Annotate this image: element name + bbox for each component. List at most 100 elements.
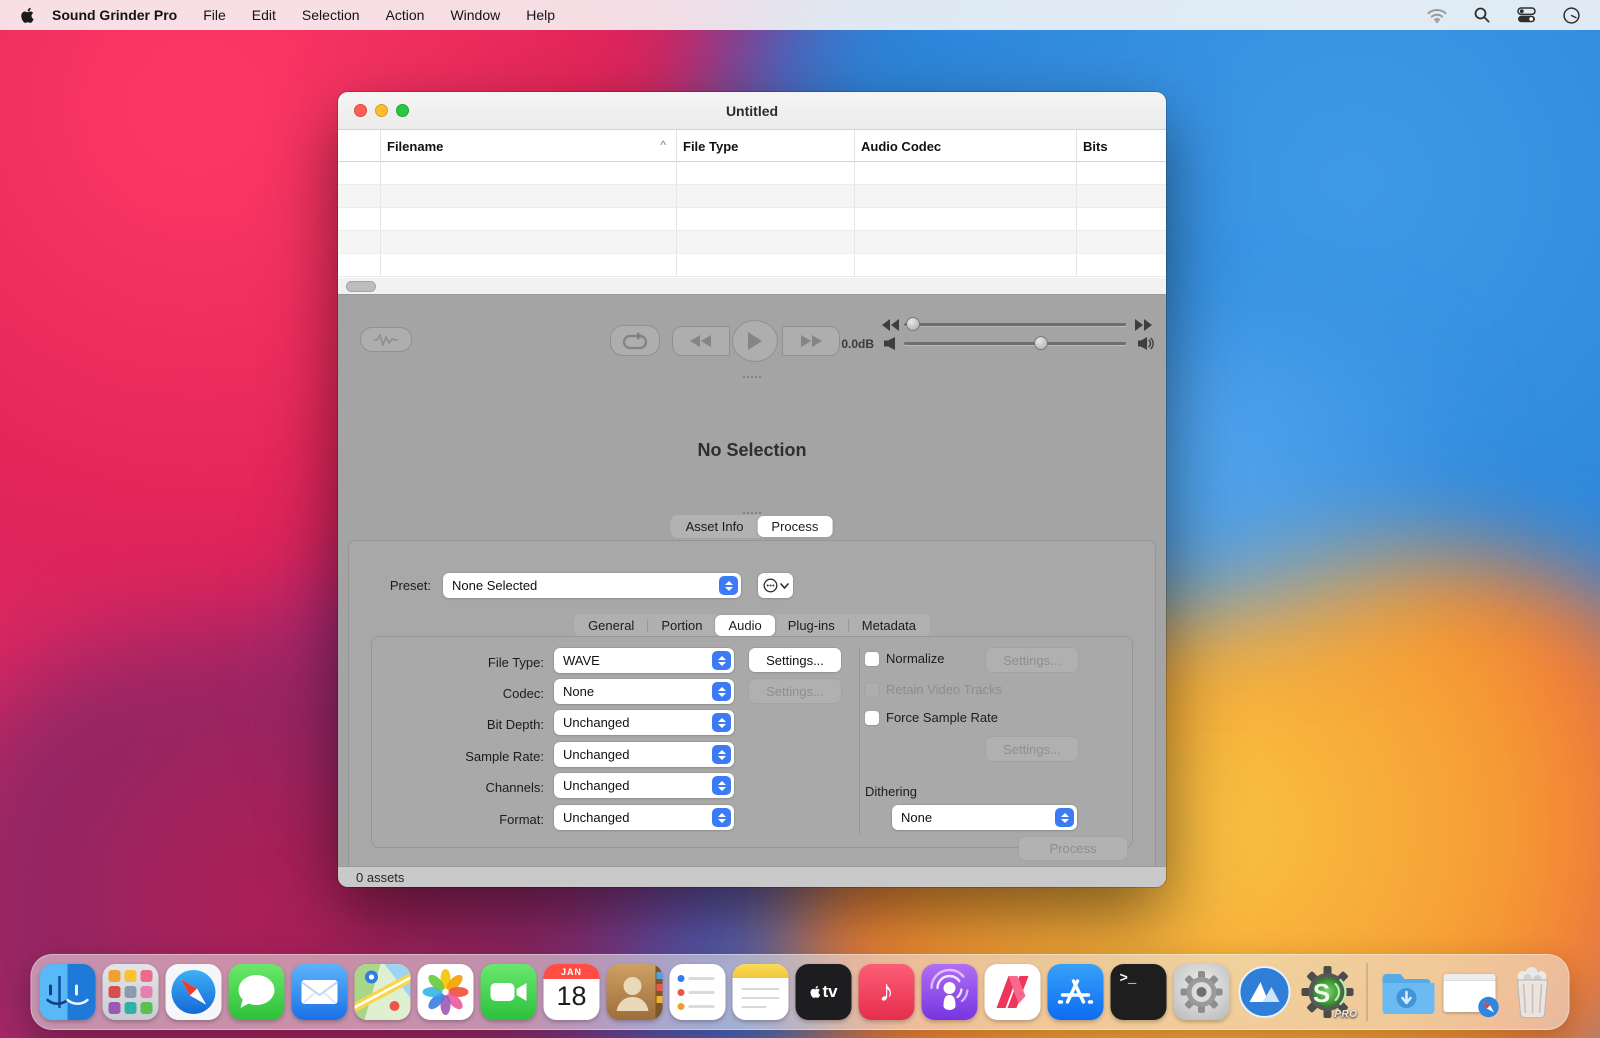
- tv-label: tv: [822, 982, 837, 1002]
- column-header-blank[interactable]: [338, 130, 380, 162]
- dock-calendar-icon[interactable]: JAN 18: [544, 964, 600, 1020]
- volume-slider[interactable]: [904, 342, 1126, 345]
- sort-indicator-icon: ^: [660, 138, 666, 152]
- table-row: [338, 254, 1166, 277]
- play-button[interactable]: [732, 320, 778, 362]
- terminal-prompt-glyph: >_: [1120, 971, 1137, 987]
- samplerate-dropdown[interactable]: Unchanged: [554, 742, 734, 767]
- menubar-app-name[interactable]: Sound Grinder Pro: [52, 7, 177, 23]
- dock-terminal-icon[interactable]: >_: [1111, 964, 1167, 1020]
- filetype-dropdown[interactable]: WAVE: [554, 648, 734, 673]
- dock-sound-grinder-pro-icon[interactable]: S PRO: [1300, 964, 1356, 1020]
- dock-podcasts-icon[interactable]: [922, 964, 978, 1020]
- samplerate-settings-button[interactable]: Settings...: [986, 737, 1078, 761]
- column-header-filename[interactable]: Filename ^: [380, 130, 676, 162]
- tab-process[interactable]: Process: [757, 516, 832, 537]
- dock-facetime-icon[interactable]: [481, 964, 537, 1020]
- seek-forward-icon[interactable]: [1135, 318, 1152, 336]
- spotlight-search-icon[interactable]: [1474, 7, 1490, 23]
- tab-plugins[interactable]: Plug-ins: [775, 615, 848, 636]
- dock-maps-icon[interactable]: [355, 964, 411, 1020]
- preset-dropdown[interactable]: None Selected: [443, 573, 741, 598]
- loop-button[interactable]: [610, 325, 660, 356]
- dock-finder-icon[interactable]: [40, 964, 96, 1020]
- menu-action[interactable]: Action: [386, 7, 425, 23]
- tab-portion[interactable]: Portion: [648, 615, 715, 636]
- seek-slider[interactable]: [904, 323, 1126, 326]
- dock-messages-icon[interactable]: [229, 964, 285, 1020]
- channels-dropdown[interactable]: Unchanged: [554, 773, 734, 798]
- normalize-checkbox[interactable]: [865, 652, 879, 666]
- rewind-button[interactable]: [672, 326, 730, 356]
- dock-downloads-folder-icon[interactable]: [1379, 964, 1435, 1020]
- dock-minimized-window-icon[interactable]: [1442, 964, 1498, 1020]
- menu-selection[interactable]: Selection: [302, 7, 360, 23]
- horizontal-scrollbar[interactable]: [338, 278, 1166, 295]
- codec-dropdown[interactable]: None: [554, 679, 734, 704]
- zoom-button[interactable]: [396, 104, 409, 117]
- filetype-settings-button[interactable]: Settings...: [749, 648, 841, 672]
- asset-count: 0 assets: [356, 870, 404, 885]
- tab-audio[interactable]: Audio: [716, 615, 775, 636]
- force-samplerate-checkbox[interactable]: [865, 711, 879, 725]
- wifi-icon[interactable]: [1427, 8, 1447, 23]
- normalize-label: Normalize: [886, 651, 945, 666]
- tab-general[interactable]: General: [575, 615, 647, 636]
- clock-icon[interactable]: [1563, 7, 1580, 24]
- dock-separator: [1367, 963, 1368, 1021]
- menu-file[interactable]: File: [203, 7, 226, 23]
- menu-window[interactable]: Window: [450, 7, 500, 23]
- dock-photos-icon[interactable]: [418, 964, 474, 1020]
- format-dropdown[interactable]: Unchanged: [554, 805, 734, 830]
- force-samplerate-checkbox-row: Force Sample Rate: [865, 710, 998, 725]
- column-header-audiocodec[interactable]: Audio Codec: [854, 130, 1076, 162]
- dock-contacts-icon[interactable]: [607, 964, 663, 1020]
- splitter-handle[interactable]: [743, 376, 745, 378]
- dithering-dropdown[interactable]: None: [892, 805, 1077, 830]
- volume-slider-thumb[interactable]: [1034, 336, 1048, 350]
- apple-menu-icon[interactable]: [20, 7, 34, 24]
- waveform-view-button[interactable]: [360, 327, 412, 352]
- normalize-settings-button[interactable]: Settings...: [986, 648, 1078, 672]
- volume-max-icon[interactable]: [1138, 337, 1154, 355]
- dock-news-icon[interactable]: [985, 964, 1041, 1020]
- dock-launchpad-icon[interactable]: [103, 964, 159, 1020]
- scrollbar-thumb[interactable]: [346, 281, 376, 292]
- splitter-handle[interactable]: [743, 512, 745, 514]
- dock-music-icon[interactable]: ♪: [859, 964, 915, 1020]
- table-row: [338, 231, 1166, 254]
- close-button[interactable]: [354, 104, 367, 117]
- retain-video-checkbox-row: Retain Video Tracks: [865, 682, 1002, 697]
- dock-reminders-icon[interactable]: [670, 964, 726, 1020]
- control-center-icon[interactable]: [1517, 7, 1536, 23]
- preset-actions-button[interactable]: [758, 573, 793, 598]
- title-bar[interactable]: Untitled: [338, 92, 1166, 130]
- dock-apple-tv-icon[interactable]: tv: [796, 964, 852, 1020]
- tab-metadata[interactable]: Metadata: [849, 615, 929, 636]
- retain-video-checkbox[interactable]: [865, 683, 879, 697]
- format-label: Format:: [499, 812, 544, 827]
- menu-help[interactable]: Help: [526, 7, 555, 23]
- dock-trash-icon[interactable]: [1505, 964, 1561, 1020]
- table-header: Filename ^ File Type Audio Codec Bits: [338, 130, 1166, 162]
- dock-app-store-icon[interactable]: [1048, 964, 1104, 1020]
- volume-min-icon[interactable]: [884, 337, 896, 355]
- stepper-icon: [712, 776, 731, 795]
- tab-asset-info[interactable]: Asset Info: [672, 516, 758, 537]
- dock-mail-icon[interactable]: [292, 964, 348, 1020]
- stepper-icon: [712, 651, 731, 670]
- dock-system-preferences-icon[interactable]: [1174, 964, 1230, 1020]
- window-title: Untitled: [726, 103, 778, 119]
- dock-mountain-app-icon[interactable]: [1237, 964, 1293, 1020]
- process-button[interactable]: Process: [1019, 837, 1127, 860]
- column-header-filetype[interactable]: File Type: [676, 130, 854, 162]
- menu-edit[interactable]: Edit: [252, 7, 276, 23]
- dock-safari-icon[interactable]: [166, 964, 222, 1020]
- minimize-button[interactable]: [375, 104, 388, 117]
- seek-back-icon[interactable]: [882, 318, 899, 336]
- seek-slider-thumb[interactable]: [906, 317, 920, 331]
- column-header-bits[interactable]: Bits: [1076, 130, 1166, 162]
- bitdepth-dropdown[interactable]: Unchanged: [554, 710, 734, 735]
- dock-notes-icon[interactable]: [733, 964, 789, 1020]
- codec-settings-button[interactable]: Settings...: [749, 679, 841, 703]
